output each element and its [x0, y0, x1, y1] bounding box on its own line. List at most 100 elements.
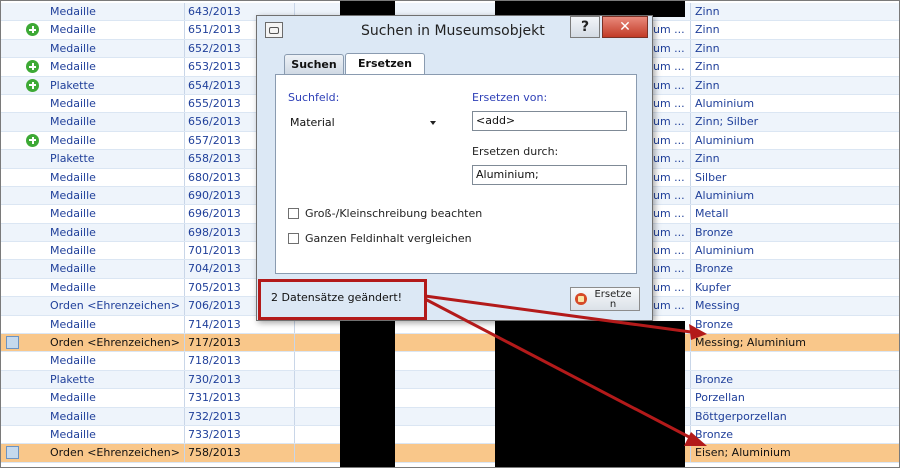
add-icon[interactable] [26, 133, 39, 147]
cell-truncated: um ... [653, 242, 691, 260]
row-icon-cell [23, 408, 45, 425]
cell-material: Zinn [695, 5, 720, 18]
cell-type: Orden <Ehrenzeichen> [47, 334, 185, 352]
cell-type: Medaille [47, 186, 185, 205]
cell-type: Medaille [47, 389, 185, 407]
row-selector [1, 352, 23, 369]
cell-material: Aluminium [695, 244, 755, 258]
table-row[interactable]: Medaille 732/2013 Böttgerporzellan [1, 407, 899, 426]
annotation-highlight-box [258, 279, 427, 320]
table-row[interactable]: Orden <Ehrenzeichen> 758/2013 Eisen; Alumi… [1, 444, 899, 463]
cell-type: Plakette [47, 76, 185, 94]
cell-number: 730/2013 [185, 370, 295, 389]
row-icon-cell [23, 187, 45, 204]
table-row[interactable]: Medaille 718/2013 [1, 352, 899, 371]
cell-number: 732/2013 [185, 407, 295, 425]
cell-type: Medaille [47, 352, 185, 370]
cell-material: Bronze [695, 372, 734, 386]
help-button[interactable]: ? [570, 16, 600, 38]
cell-truncated: um ... [653, 131, 691, 150]
cell-type: Medaille [47, 39, 185, 58]
add-icon[interactable] [26, 23, 39, 37]
cell-truncated: um ... [653, 58, 691, 76]
row-selector [1, 150, 23, 167]
dialog-title: Suchen in Museumsobjekt [361, 23, 545, 39]
cell-material: Bronze [695, 317, 734, 331]
redaction-block [340, 321, 395, 467]
cell-number: 718/2013 [185, 352, 295, 370]
cell-type: Medaille [47, 278, 185, 297]
row-selector [1, 444, 23, 461]
row-selector [1, 316, 23, 333]
row-select-marker[interactable] [6, 336, 19, 350]
cell-material: Bronze [695, 225, 734, 239]
cell-type: Medaille [47, 94, 185, 113]
row-icon-cell [23, 444, 45, 461]
whole-field-checkbox[interactable] [288, 233, 299, 244]
ersetzen-durch-input[interactable]: Aluminium; [472, 165, 627, 185]
row-selector [1, 40, 23, 57]
cell-material: Bronze [695, 262, 734, 276]
case-sensitive-label: Groß-/Kleinschreibung beachten [305, 207, 483, 220]
row-selector [1, 113, 23, 130]
cell-type: Medaille [47, 58, 185, 76]
cell-number: 733/2013 [185, 425, 295, 444]
cell-material [693, 352, 899, 369]
cell-type: Medaille [47, 3, 185, 21]
cell-truncated: um ... [653, 260, 691, 278]
tab-suchen[interactable]: Suchen [284, 54, 344, 74]
cell-truncated: um ... [653, 223, 691, 242]
row-icon-cell [23, 334, 45, 351]
cell-material: Aluminium [695, 188, 755, 202]
table-row[interactable]: Plakette 730/2013 Bronze [1, 370, 899, 390]
replace-button[interactable]: Ersetze n [570, 287, 640, 311]
cell-type: Medaille [47, 168, 185, 186]
cell-truncated: um ... [653, 297, 691, 315]
cell-material: Porzellan [695, 391, 745, 405]
cell-truncated: um ... [653, 76, 691, 94]
row-icon-cell [23, 21, 45, 38]
row-selector [1, 297, 23, 314]
row-icon-cell [23, 242, 45, 259]
table-row[interactable]: Medaille 731/2013 Porzellan [1, 389, 899, 408]
cell-truncated: um ... [653, 21, 691, 39]
cell-type: Plakette [47, 150, 185, 168]
add-icon[interactable] [26, 60, 39, 74]
replace-button-label: Ersetze n [594, 289, 632, 310]
replace-panel: Suchfeld: Material Ersetzen von: <add> E… [275, 74, 637, 274]
row-icon-cell [23, 279, 45, 296]
suchfeld-select[interactable]: Material [286, 113, 448, 133]
dialog-titlebar[interactable]: Suchen in Museumsobjekt ? ✕ [257, 16, 652, 48]
row-selector [1, 187, 23, 204]
cell-type: Medaille [47, 315, 185, 334]
add-icon[interactable] [26, 78, 39, 92]
table-row[interactable]: Medaille 733/2013 Bronze [1, 425, 899, 445]
case-sensitive-checkbox[interactable] [288, 208, 299, 219]
close-button[interactable]: ✕ [602, 16, 648, 38]
chevron-down-icon[interactable] [430, 121, 436, 125]
row-icon-cell [23, 95, 45, 112]
tab-ersetzen[interactable]: Ersetzen [345, 53, 425, 75]
row-icon-cell [23, 297, 45, 314]
row-selector [1, 169, 23, 186]
row-icon-cell [23, 3, 45, 20]
table-row[interactable]: Orden <Ehrenzeichen> 717/2013 Messing; Alu… [1, 334, 899, 353]
cell-material: Böttgerporzellan [695, 409, 787, 423]
row-selector [1, 58, 23, 75]
cell-truncated: um ... [653, 113, 691, 131]
row-selector [1, 132, 23, 149]
cell-type: Medaille [47, 407, 185, 425]
cell-type: Orden <Ehrenzeichen> [47, 297, 185, 315]
cell-material: Zinn [695, 23, 720, 37]
ersetzen-von-input[interactable]: <add> [472, 111, 627, 131]
row-selector [1, 408, 23, 425]
row-selector [1, 95, 23, 112]
cell-material: Zinn [695, 41, 720, 55]
app-icon [265, 22, 283, 38]
cell-material: Silber [695, 170, 727, 184]
row-select-marker[interactable] [6, 446, 19, 460]
cell-truncated: um ... [653, 168, 691, 186]
cell-material: Metall [695, 207, 729, 221]
cell-truncated: um ... [653, 278, 691, 297]
cell-material: Zinn [695, 60, 720, 74]
